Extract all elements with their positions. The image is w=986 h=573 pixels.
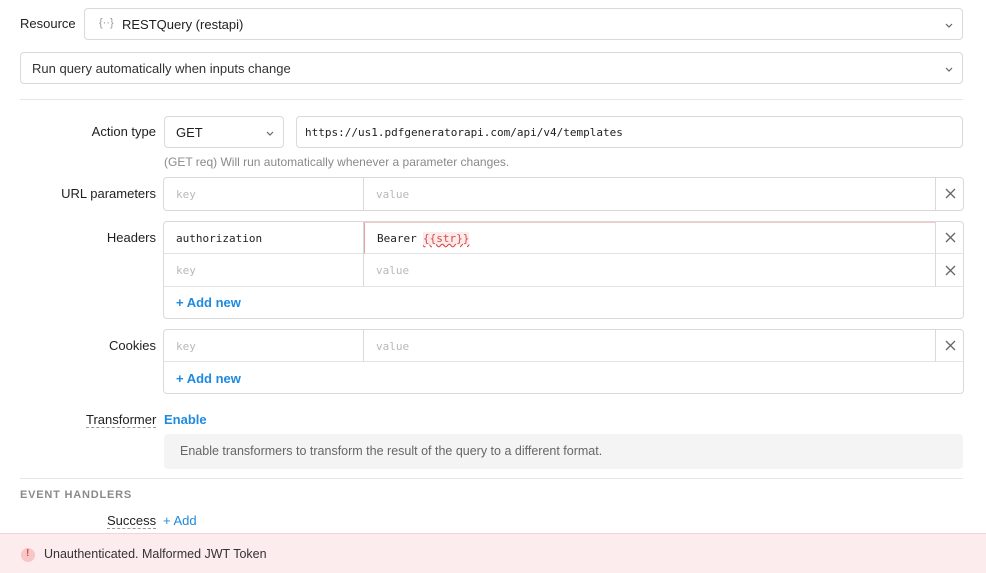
transformer-description: Enable transformers to transform the res…	[180, 444, 603, 458]
key-placeholder: key	[176, 188, 196, 201]
cookie-value-input[interactable]: value	[364, 330, 935, 362]
method-value: GET	[176, 125, 203, 140]
section-divider	[20, 478, 963, 479]
success-label: Success	[107, 513, 157, 529]
add-header-button[interactable]: + Add new	[176, 295, 241, 310]
value-placeholder: value	[376, 264, 410, 277]
header-key-input[interactable]: key	[164, 254, 364, 287]
value-placeholder: value	[376, 188, 410, 201]
error-banner: ! Unauthenticated. Malformed JWT Token	[0, 533, 986, 573]
url-input[interactable]: https://us1.pdfgeneratorapi.com/api/v4/t…	[296, 116, 963, 148]
headers-label: Headers	[106, 230, 156, 245]
header-key-value: authorization	[176, 232, 263, 245]
header-value-input[interactable]: value	[364, 254, 935, 287]
add-cookie-button[interactable]: + Add new	[176, 371, 241, 386]
method-select[interactable]: GET	[164, 116, 284, 148]
remove-url-param-button[interactable]	[935, 178, 964, 210]
add-success-handler-button[interactable]: + Add	[163, 513, 197, 528]
cookie-key-input[interactable]: key	[164, 330, 364, 362]
headers-table: authorization Bearer {{str}} key value +…	[163, 221, 964, 319]
transformer-info-box: Enable transformers to transform the res…	[164, 434, 963, 469]
run-mode-value: Run query automatically when inputs chan…	[32, 61, 291, 76]
chevron-down-icon	[945, 67, 953, 72]
error-icon: !	[21, 548, 35, 562]
remove-header-button[interactable]	[935, 254, 964, 287]
header-key-input[interactable]: authorization	[164, 222, 364, 254]
close-icon	[945, 340, 956, 351]
value-placeholder: value	[376, 340, 410, 353]
resource-select[interactable]: {··} RESTQuery (restapi)	[84, 8, 963, 40]
run-mode-select[interactable]: Run query automatically when inputs chan…	[20, 52, 963, 84]
resource-label: Resource	[20, 16, 76, 31]
key-placeholder: key	[176, 264, 196, 277]
key-placeholder: key	[176, 340, 196, 353]
remove-header-button[interactable]	[935, 222, 964, 254]
header-value-input[interactable]: Bearer {{str}}	[364, 222, 935, 254]
resource-value: RESTQuery (restapi)	[122, 17, 244, 32]
close-icon	[945, 232, 956, 243]
url-value: https://us1.pdfgeneratorapi.com/api/v4/t…	[305, 126, 623, 139]
template-variable: {{str}}	[423, 232, 470, 245]
remove-cookie-button[interactable]	[935, 330, 964, 362]
cookies-table: key value + Add new	[163, 329, 964, 394]
url-params-label: URL parameters	[61, 186, 156, 201]
chevron-down-icon	[945, 23, 953, 28]
action-hint: (GET req) Will run automatically wheneve…	[164, 155, 510, 169]
url-params-table: key value	[163, 177, 964, 211]
section-divider	[20, 99, 963, 100]
close-icon	[945, 265, 956, 276]
cookies-label: Cookies	[109, 338, 156, 353]
event-handlers-title: EVENT HANDLERS	[20, 489, 133, 501]
chevron-down-icon	[266, 131, 274, 136]
action-type-label: Action type	[91, 124, 156, 139]
close-icon	[945, 188, 956, 199]
braces-icon: {··}	[99, 17, 114, 29]
url-param-value-input[interactable]: value	[364, 178, 935, 210]
enable-transformer-button[interactable]: Enable	[164, 412, 207, 427]
url-param-key-input[interactable]: key	[164, 178, 364, 210]
transformer-label: Transformer	[86, 412, 157, 428]
error-message: Unauthenticated. Malformed JWT Token	[44, 547, 267, 561]
header-value-prefix: Bearer	[377, 232, 417, 245]
